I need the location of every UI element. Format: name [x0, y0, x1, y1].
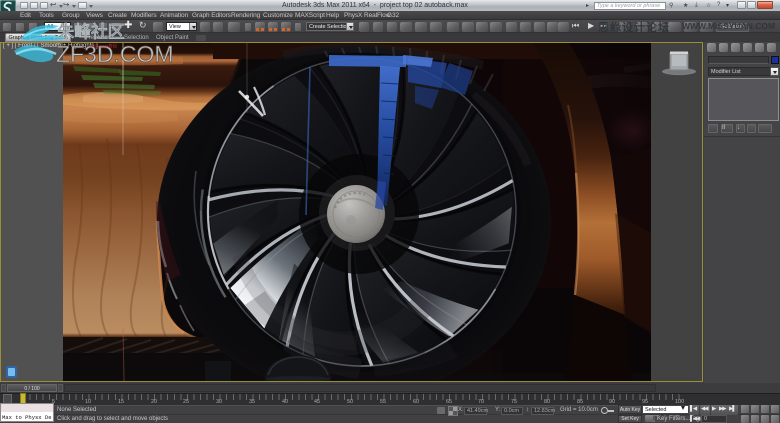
svg-text:朱峰社区: 朱峰社区 [57, 22, 124, 42]
svg-text:zf3d.com教程: zf3d.com教程 [90, 43, 118, 50]
